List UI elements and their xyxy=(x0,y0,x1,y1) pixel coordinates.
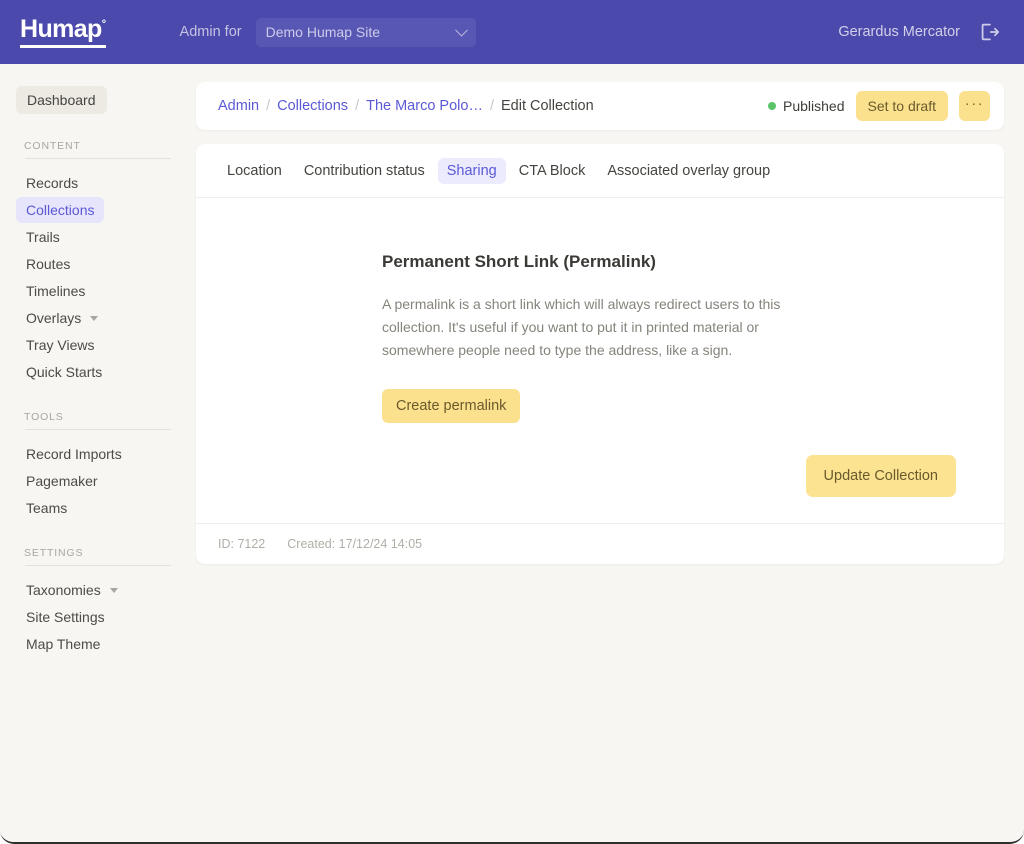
humap-logo[interactable]: Humap° xyxy=(20,16,106,48)
tab-location[interactable]: Location xyxy=(218,158,291,184)
breadcrumb-bar: Admin / Collections / The Marco Polo… / … xyxy=(196,82,1004,130)
sidebar-item-label: Quick Starts xyxy=(26,364,103,380)
breadcrumb-separator: / xyxy=(489,98,494,114)
sidebar-group-title: SETTINGS xyxy=(24,547,84,559)
sidebar-item-site-settings[interactable]: Site Settings xyxy=(16,604,115,630)
section-description: A permalink is a short link which will a… xyxy=(382,296,781,358)
status-badge: Published xyxy=(768,98,845,114)
breadcrumb-item-admin[interactable]: Admin xyxy=(218,98,259,114)
sidebar-group-title: CONTENT xyxy=(24,140,81,152)
chevron-down-icon xyxy=(109,587,118,593)
logout-icon[interactable] xyxy=(978,21,1000,43)
sidebar-item-overlays[interactable]: Overlays xyxy=(16,305,108,331)
status-label: Published xyxy=(783,98,845,114)
app-window: Humap° Admin for Demo Humap Site Gerardu… xyxy=(0,0,1024,844)
section-title: Permanent Short Link (Permalink) xyxy=(382,252,656,271)
sidebar-item-label: Record Imports xyxy=(26,446,122,462)
sidebar-group-title: TOOLS xyxy=(24,411,64,423)
sidebar-item-label: Taxonomies xyxy=(26,582,101,598)
sidebar-item-collections[interactable]: Collections xyxy=(16,197,105,223)
sidebar-item-trails[interactable]: Trails xyxy=(16,224,70,250)
sidebar-item-quick-starts[interactable]: Quick Starts xyxy=(16,359,112,385)
sidebar-item-records[interactable]: Records xyxy=(16,170,88,196)
set-to-draft-button[interactable]: Set to draft xyxy=(855,91,948,121)
tab-bar: Location Contribution status Sharing CTA… xyxy=(196,144,1004,198)
permalink-section: Permanent Short Link (Permalink) A perma… xyxy=(380,252,820,424)
sidebar-item-label: Overlays xyxy=(26,310,82,326)
sidebar-item-label: Records xyxy=(26,175,79,191)
sidebar-item-teams[interactable]: Teams xyxy=(16,495,77,521)
tab-cta-block[interactable]: CTA Block xyxy=(510,158,595,184)
sidebar: Dashboard CONTENT Records Collections Tr… xyxy=(0,64,196,842)
sidebar-item-label: Dashboard xyxy=(27,92,96,108)
navbar-right: Gerardus Mercator xyxy=(838,21,1004,43)
panel-footer: ID: 7122 Created: 17/12/24 14:05 xyxy=(196,523,1004,564)
logo-registered-mark: ° xyxy=(101,18,106,31)
chevron-down-icon xyxy=(90,315,99,321)
sidebar-item-label: Collections xyxy=(26,202,95,218)
sidebar-item-label: Trails xyxy=(26,229,60,245)
record-id: ID: 7122 xyxy=(218,537,266,552)
sidebar-item-label: Tray Views xyxy=(26,337,95,353)
status-dot-icon xyxy=(768,102,777,110)
sidebar-group-content: CONTENT Records Collections Trails Route… xyxy=(0,140,196,385)
create-permalink-button[interactable]: Create permalink xyxy=(382,389,521,424)
sidebar-item-tray-views[interactable]: Tray Views xyxy=(16,332,104,358)
sidebar-item-routes[interactable]: Routes xyxy=(16,251,80,277)
sidebar-item-dashboard[interactable]: Dashboard xyxy=(16,86,107,114)
record-created-at: Created: 17/12/24 14:05 xyxy=(287,537,423,552)
admin-for-label: Admin for xyxy=(179,24,242,40)
tab-sharing[interactable]: Sharing xyxy=(437,158,506,184)
update-collection-button[interactable]: Update Collection xyxy=(805,455,956,498)
divider xyxy=(25,565,171,566)
panel-actions: Update Collection xyxy=(220,423,980,498)
current-user-name: Gerardus Mercator xyxy=(838,24,960,40)
panel-body: Permanent Short Link (Permalink) A perma… xyxy=(196,198,1004,523)
sidebar-item-label: Site Settings xyxy=(26,609,105,625)
sidebar-item-taxonomies[interactable]: Taxonomies xyxy=(16,577,128,603)
divider xyxy=(25,429,171,430)
breadcrumb-item-collection-name[interactable]: The Marco Polo… xyxy=(366,98,483,114)
sidebar-group-settings: SETTINGS Taxonomies Site Settings Map Th… xyxy=(0,547,196,657)
logo-text: Humap xyxy=(20,15,102,43)
sidebar-item-timelines[interactable]: Timelines xyxy=(16,278,95,304)
breadcrumb-item-current: Edit Collection xyxy=(500,98,594,114)
site-select[interactable]: Demo Humap Site xyxy=(255,17,476,47)
sidebar-item-label: Timelines xyxy=(26,283,86,299)
sidebar-group-tools: TOOLS Record Imports Pagemaker Teams xyxy=(0,411,196,521)
site-select-value: Demo Humap Site xyxy=(265,24,380,40)
tab-associated-overlay-group[interactable]: Associated overlay group xyxy=(598,158,779,184)
app-body: Dashboard CONTENT Records Collections Tr… xyxy=(0,64,1024,842)
chevron-down-icon xyxy=(454,23,468,37)
sidebar-item-label: Teams xyxy=(26,500,68,516)
tab-contribution-status[interactable]: Contribution status xyxy=(295,158,434,184)
divider xyxy=(25,158,171,159)
sidebar-item-map-theme[interactable]: Map Theme xyxy=(16,631,110,657)
breadcrumb-item-collections[interactable]: Collections xyxy=(277,98,348,114)
sidebar-item-label: Map Theme xyxy=(26,636,101,652)
breadcrumb-separator: / xyxy=(355,98,360,114)
sidebar-item-pagemaker[interactable]: Pagemaker xyxy=(16,468,108,494)
breadcrumb-actions: Published Set to draft ··· xyxy=(768,91,990,121)
more-options-button[interactable]: ··· xyxy=(959,91,990,121)
sidebar-item-label: Pagemaker xyxy=(26,473,98,489)
sidebar-item-label: Routes xyxy=(26,256,71,272)
content-area: Admin / Collections / The Marco Polo… / … xyxy=(196,64,1024,842)
top-navbar: Humap° Admin for Demo Humap Site Gerardu… xyxy=(0,0,1024,64)
breadcrumb-separator: / xyxy=(266,98,271,114)
sidebar-item-record-imports[interactable]: Record Imports xyxy=(16,441,132,467)
edit-collection-panel: Location Contribution status Sharing CTA… xyxy=(196,144,1004,565)
breadcrumb: Admin / Collections / The Marco Polo… / … xyxy=(218,98,594,114)
